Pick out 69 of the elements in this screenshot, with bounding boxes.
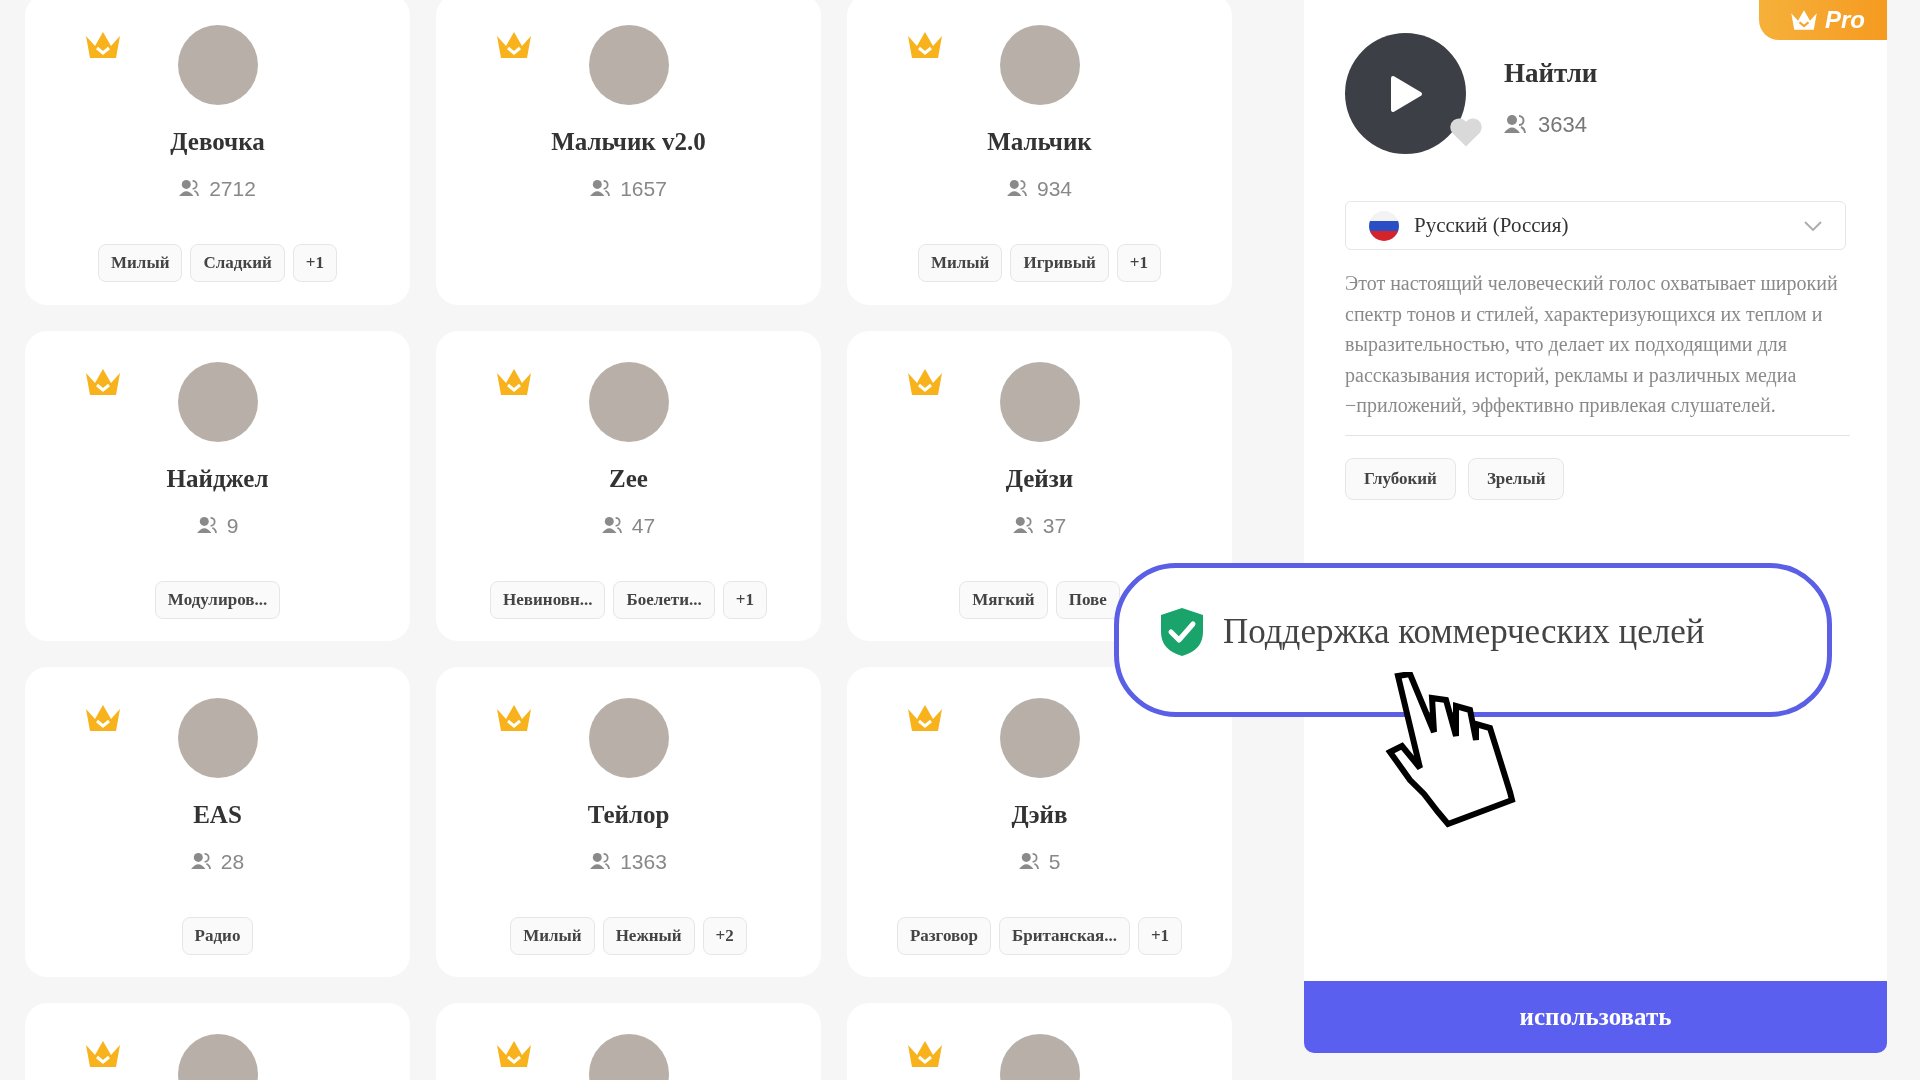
language-label: Русский (Россия) xyxy=(1414,211,1570,239)
voice-description: Этот настоящий человеческий голос охватывает широкий спектр тонов и стилей, характеризующихся их теплом и выразительностью, что делает их подходящими для рассказывания историй, рекламы и различных медиа −приложений, эффективно привлекая слушателей. xyxy=(1345,271,1839,419)
voice-name: Тейлор xyxy=(587,800,670,830)
tag: Милый xyxy=(917,244,1003,282)
users-icon xyxy=(190,852,211,871)
chevron-down-icon xyxy=(1803,219,1823,232)
voice-name: Дейзи xyxy=(1005,464,1074,494)
usage-count: 28 xyxy=(220,848,245,875)
users-icon xyxy=(1504,114,1526,134)
users-icon xyxy=(196,516,217,535)
tag: Зрелый xyxy=(1467,457,1565,500)
pro-label: Pro xyxy=(1825,5,1865,35)
voice-name: Найтли xyxy=(1504,57,1598,90)
voice-card[interactable]: EAS 28 Радио xyxy=(25,667,410,977)
voice-name: Zee xyxy=(609,464,648,494)
tag: Милый xyxy=(510,917,595,955)
users-icon xyxy=(1012,516,1033,535)
tag: Боелети... xyxy=(613,581,715,619)
usage-count: 47 xyxy=(631,512,656,539)
users-icon xyxy=(179,179,200,198)
shield-check-icon xyxy=(1159,606,1205,658)
tag: Мягкий xyxy=(959,581,1048,619)
voice-name: Девочка xyxy=(170,127,265,157)
use-button[interactable]: использовать xyxy=(1304,981,1887,1053)
voice-name: Мальчик xyxy=(987,127,1092,157)
play-icon xyxy=(1388,74,1423,113)
users-icon xyxy=(1006,179,1027,198)
usage-count: 2712 xyxy=(209,175,256,202)
tag: Сладкий xyxy=(190,244,285,282)
tag: +2 xyxy=(702,917,747,955)
usage-count: 9 xyxy=(226,512,239,539)
voice-name: Дэйв xyxy=(1011,800,1068,830)
usage-count: 1657 xyxy=(620,175,667,202)
tag: Нежный xyxy=(602,917,695,955)
tag: Глубокий xyxy=(1345,457,1456,500)
users-icon xyxy=(590,852,611,871)
tag: +1 xyxy=(1137,917,1183,955)
russia-flag-icon xyxy=(1368,209,1400,242)
usage-count: 3634 xyxy=(1538,110,1587,139)
tag: Невиновн... xyxy=(490,581,606,619)
tag: +1 xyxy=(292,244,337,282)
tag: Модулиров... xyxy=(154,581,281,619)
users-icon xyxy=(1018,852,1039,871)
users-icon xyxy=(601,516,622,535)
language-dropdown[interactable]: Русский (Россия) xyxy=(1345,201,1846,250)
tag: Пове xyxy=(1055,581,1120,619)
voice-name: EAS xyxy=(193,800,242,830)
usage-count: 934 xyxy=(1036,175,1072,202)
usage-count: 1363 xyxy=(620,848,667,875)
voice-name: Мальчик v2.0 xyxy=(551,127,706,157)
heart-icon[interactable] xyxy=(1448,116,1484,148)
voice-card[interactable]: Девочка 2712 Милый Сладкий +1 xyxy=(25,0,410,305)
tag: Игривый xyxy=(1010,244,1109,282)
tag: +1 xyxy=(722,581,767,619)
voice-card[interactable]: Найджел 9 Модулиров... xyxy=(25,331,410,641)
users-icon xyxy=(590,179,611,198)
tag: Радио xyxy=(181,917,254,955)
voice-card[interactable]: Zee 47 Невиновн... Боелети... +1 xyxy=(436,331,821,641)
voice-card[interactable]: Мальчик v2.0 1657 xyxy=(436,0,821,305)
tag: Британская... xyxy=(999,917,1130,955)
voice-card[interactable]: Дэйв 5 Разговор Британская... +1 xyxy=(847,667,1232,977)
tag: +1 xyxy=(1116,244,1162,282)
voice-name: Найджел xyxy=(166,464,269,494)
tag: Милый xyxy=(98,244,183,282)
usage-count: 37 xyxy=(1042,512,1067,539)
tag: Разговор xyxy=(896,917,991,955)
usage-count: 5 xyxy=(1048,848,1061,875)
voice-card[interactable]: Мальчик 934 Милый Игривый +1 xyxy=(847,0,1232,305)
voice-card[interactable]: Тейлор 1363 Милый Нежный +2 xyxy=(436,667,821,977)
